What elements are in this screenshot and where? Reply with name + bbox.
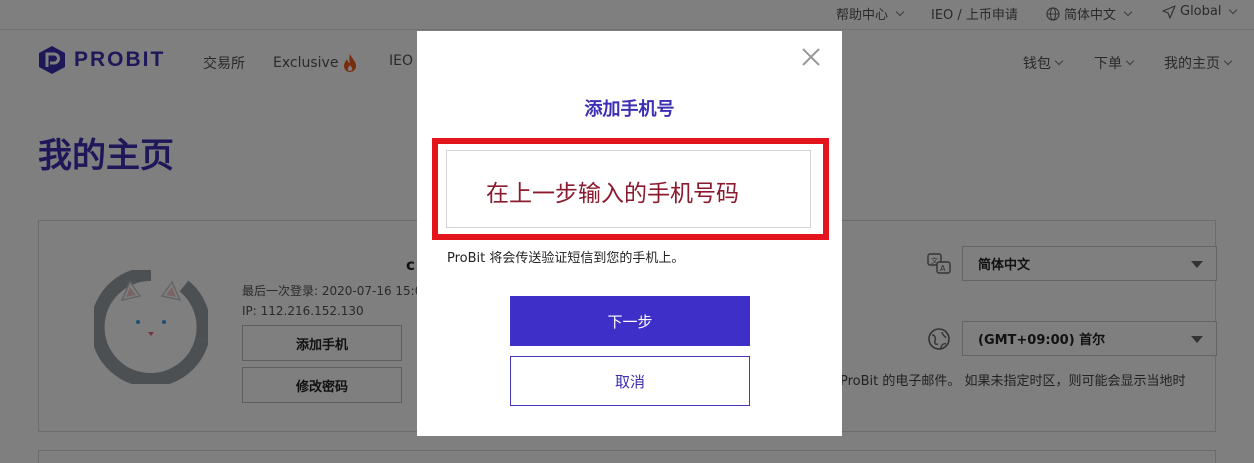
cancel-button[interactable]: 取消 (510, 356, 750, 406)
next-button[interactable]: 下一步 (510, 296, 750, 346)
close-icon[interactable] (800, 46, 822, 68)
annotation-highlight-box (432, 138, 829, 240)
sms-hint-text: ProBit 将会传送验证短信到您的手机上。 (447, 251, 685, 266)
modal-title: 添加手机号 (584, 99, 675, 120)
